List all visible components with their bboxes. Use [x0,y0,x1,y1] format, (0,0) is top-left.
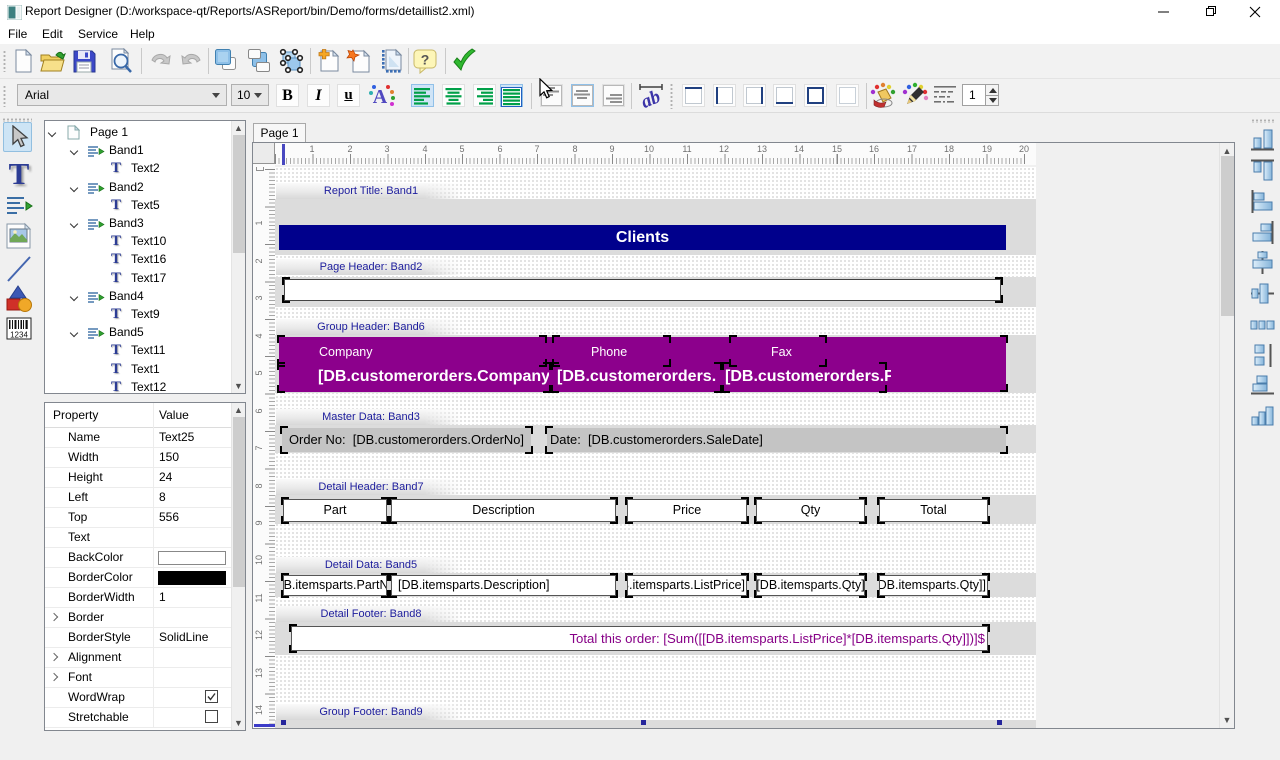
svg-text:A: A [373,86,388,108]
svg-text:ab: ab [638,86,664,109]
svg-text:T: T [9,156,30,190]
svg-text:1234: 1234 [10,331,28,340]
svg-text:?: ? [421,52,430,68]
